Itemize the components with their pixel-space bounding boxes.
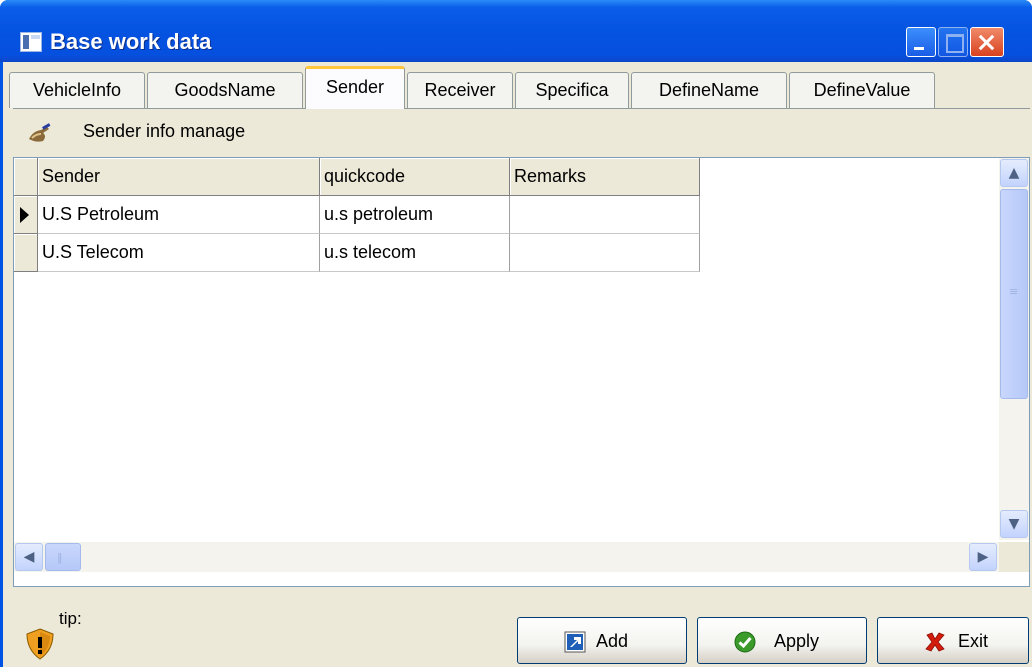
exit-button-label: Exit (958, 631, 989, 651)
current-row-arrow-icon (20, 207, 29, 223)
chevron-up-icon: ▲ (1008, 165, 1020, 181)
window-title: Base work data (50, 29, 212, 54)
scroll-right-button[interactable]: ▶ (969, 543, 997, 571)
red-x-icon (925, 632, 945, 652)
scrollbar-corner (999, 542, 1029, 572)
chevron-right-icon: ▶ (977, 549, 989, 565)
tip-label: tip: (59, 609, 82, 628)
tab-receiver[interactable]: Receiver (407, 72, 513, 108)
vertical-scroll-thumb[interactable]: ≡ (1000, 189, 1028, 399)
check-circle-icon (734, 631, 756, 653)
scroll-grip-icon: ≡ (1009, 285, 1019, 298)
scroll-left-button[interactable]: ◀ (15, 543, 43, 571)
tab-vehicleinfo[interactable]: VehicleInfo (9, 72, 145, 108)
cell-sender[interactable]: U.S Telecom (38, 234, 320, 272)
minimize-button[interactable] (906, 27, 936, 57)
window-icon (20, 32, 42, 52)
apply-button[interactable]: Apply (697, 617, 867, 664)
pen-hand-icon (29, 123, 51, 142)
close-button[interactable] (970, 27, 1004, 57)
window-client: VehicleInfo GoodsName Sender Receiver Sp… (3, 62, 1032, 667)
panel-header-label: Sender info manage (83, 121, 246, 141)
cell-quickcode[interactable]: u.s petroleum (320, 196, 510, 234)
cell-quickcode[interactable]: u.s telecom (320, 234, 510, 272)
tab-definevalue[interactable]: DefineValue (789, 72, 935, 108)
column-header-quickcode[interactable]: quickcode (320, 158, 510, 196)
apply-button-label: Apply (774, 631, 820, 651)
tab-sender[interactable]: Sender (305, 66, 405, 109)
exit-button[interactable]: Exit (877, 617, 1029, 664)
row-indicator[interactable] (14, 196, 38, 234)
chevron-left-icon: ◀ (23, 549, 35, 565)
header-indicator-cell (14, 158, 38, 196)
column-header-remarks[interactable]: Remarks (510, 158, 700, 196)
warning-shield-icon (26, 628, 54, 660)
title-bar[interactable]: Base work data (0, 0, 1032, 62)
row-indicator[interactable] (14, 234, 38, 272)
sender-grid[interactable]: Sender quickcode Remarks U.S Petroleum u… (13, 157, 1030, 587)
shortcut-arrow-icon (564, 631, 586, 653)
window: Base work data VehicleInfo GoodsName Sen… (0, 0, 1032, 667)
tab-panel-sender: Sender info manage Sender quickcode Rema… (13, 108, 1030, 667)
horizontal-scrollbar[interactable]: ◀ ‖ ▶ (14, 542, 999, 572)
scroll-up-button[interactable]: ▲ (1000, 159, 1028, 187)
column-header-sender[interactable]: Sender (38, 158, 320, 196)
scroll-grip-icon: ‖ (57, 551, 63, 564)
scroll-down-button[interactable]: ▼ (1000, 510, 1028, 538)
tab-specifica[interactable]: Specifica (515, 72, 629, 108)
cell-sender[interactable]: U.S Petroleum (38, 196, 320, 234)
horizontal-scroll-thumb[interactable]: ‖ (45, 543, 81, 571)
maximize-button (938, 27, 968, 57)
cell-remarks[interactable] (510, 196, 700, 234)
chevron-down-icon: ▼ (1008, 516, 1020, 532)
tab-goodsname[interactable]: GoodsName (147, 72, 303, 108)
panel-header: Sender info manage (13, 109, 1030, 157)
footer-bar: tip: Add Apply Exit (13, 587, 1030, 668)
cell-remarks[interactable] (510, 234, 700, 272)
tab-definename[interactable]: DefineName (631, 72, 787, 108)
add-button[interactable]: Add (517, 617, 687, 664)
vertical-scrollbar[interactable]: ▲ ≡ ▼ (999, 158, 1029, 540)
add-button-label: Add (596, 631, 629, 651)
tab-strip: VehicleInfo GoodsName Sender Receiver Sp… (3, 62, 1032, 109)
